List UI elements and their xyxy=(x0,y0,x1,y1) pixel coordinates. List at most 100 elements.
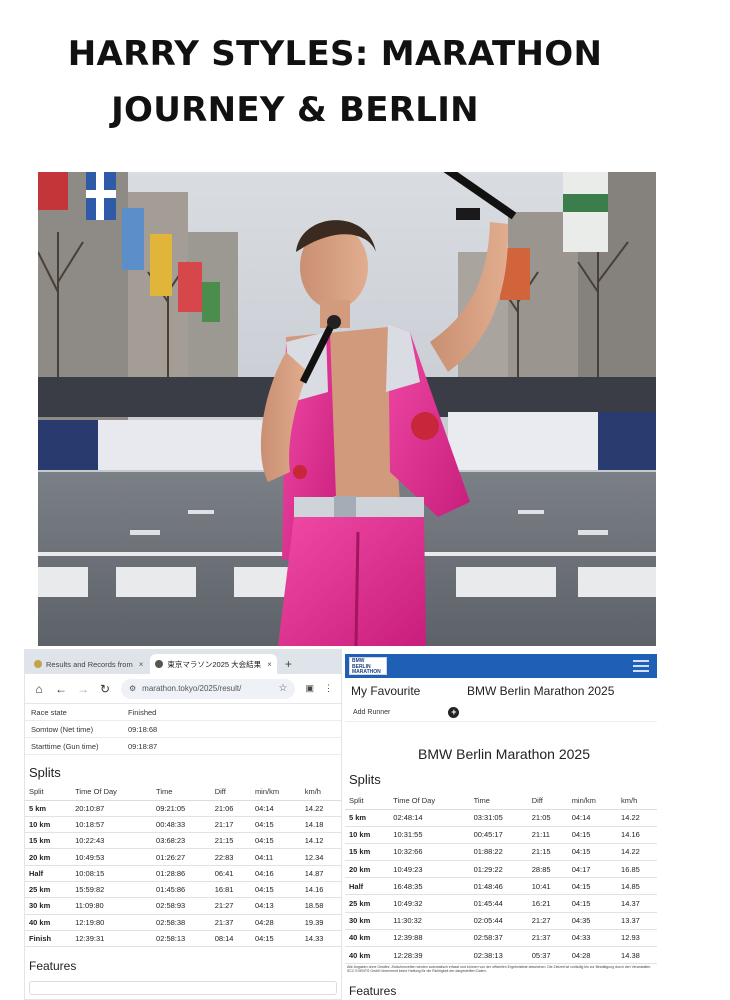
table-cell: 22:83 xyxy=(210,848,251,866)
tab-tokyo-marathon[interactable]: 東京マラソン2025 大会結果 × xyxy=(150,654,277,674)
table-cell: 02:58:13 xyxy=(152,930,211,948)
table-cell: 14.22 xyxy=(300,800,341,817)
berlin-results-page: BMW BERLIN MARATHON My Favourite BMW Ber… xyxy=(345,654,657,1000)
table-cell: 10:41 xyxy=(527,877,568,896)
close-tab-icon[interactable]: × xyxy=(267,660,272,669)
table-cell: 21:17 xyxy=(210,816,251,834)
tab-label: Results and Records from xyxy=(46,659,133,669)
table-row: 10 km 10:31:55 00:45:17 21:11 04:15 14.16 xyxy=(345,826,657,844)
table-cell: 14.22 xyxy=(617,809,657,827)
table-row: 40 km 12:28:39 02:38:13 05:37 04:28 14.38 xyxy=(345,946,657,965)
table-row: 20 km 10:49:23 01:29:22 28:85 04:17 16.85 xyxy=(345,860,657,879)
back-arrow-icon[interactable]: ← xyxy=(55,682,67,696)
title-line-2: JOURNEY & BERLIN xyxy=(111,90,479,130)
table-cell: 20 km xyxy=(25,848,72,866)
table-cell: 10:08:15 xyxy=(71,865,153,882)
table-cell: 11:30:32 xyxy=(389,912,470,930)
table-cell: 14.18 xyxy=(300,816,341,834)
features-heading: Features xyxy=(349,984,397,999)
table-cell: 13.37 xyxy=(617,912,657,930)
table-cell: 10:18:57 xyxy=(71,816,153,834)
table-cell: 20:10:87 xyxy=(71,800,153,817)
add-runner-label: Add Runner xyxy=(353,709,391,716)
favourite-row: My Favourite BMW Berlin Marathon 2025 xyxy=(345,678,657,704)
table-cell: 02:05:44 xyxy=(469,912,528,930)
table-cell: 40 km xyxy=(25,914,72,931)
table-cell: 08:14 xyxy=(210,930,251,948)
table-cell: 04:15 xyxy=(567,843,618,862)
column-header: km/h xyxy=(617,793,657,810)
page-title: HARRY STYLES: MARATHON JOURNEY & BERLIN xyxy=(0,26,730,138)
home-icon[interactable]: ⌂ xyxy=(33,682,45,696)
table-cell: 28:85 xyxy=(527,860,568,879)
column-header: min/km xyxy=(250,784,301,801)
berlin-marathon-logo[interactable]: BMW BERLIN MARATHON xyxy=(349,657,387,675)
browser-toolbar: ⌂ ← → ↻ ⚙ marathon.tokyo/2025/result/ ☆ … xyxy=(25,674,341,704)
table-cell: 00:45:17 xyxy=(469,826,528,844)
table-row: 40 km 12:39:88 02:58:37 21:37 04:33 12.93 xyxy=(345,929,657,948)
close-tab-icon[interactable]: × xyxy=(139,660,144,669)
table-cell: 14.33 xyxy=(300,930,341,948)
table-cell: 10:49:32 xyxy=(389,894,470,913)
table-cell: 04:13 xyxy=(250,897,301,915)
table-cell: 21:27 xyxy=(527,912,568,930)
splits-table: Split Time Of Day Time Diff min/km km/h … xyxy=(345,793,657,965)
table-cell: 5 km xyxy=(345,809,390,827)
table-cell: 14.85 xyxy=(617,877,657,896)
summary-value: 09:18:68 xyxy=(128,724,158,734)
extensions-icon[interactable]: ▣ xyxy=(305,683,314,694)
new-tab-button[interactable]: + xyxy=(279,654,298,674)
table-cell: 01:45:86 xyxy=(152,881,211,899)
table-cell: 04:14 xyxy=(250,800,301,817)
add-runner-plus-icon[interactable]: + xyxy=(448,707,460,718)
table-cell: 16.85 xyxy=(617,860,657,879)
table-cell: 25 km xyxy=(25,881,72,899)
tab-results-records[interactable]: Results and Records from × xyxy=(29,654,148,674)
table-cell: 01:29:22 xyxy=(469,860,528,879)
table-cell: 16:81 xyxy=(210,881,251,899)
column-header: Split xyxy=(345,793,390,810)
column-header: Time xyxy=(152,784,211,801)
splits-table-body: 5 km 02:48:14 03:31:05 21:05 04:14 14.22 10 km… xyxy=(345,809,657,965)
table-cell: 30 km xyxy=(25,897,72,915)
table-row: 30 km 11:30:32 02:05:44 21:27 04:35 13.37 xyxy=(345,912,657,930)
address-bar[interactable]: ⚙ marathon.tokyo/2025/result/ ☆ xyxy=(121,678,296,699)
table-row: 30 km 11:09:80 02:58:93 21:27 04:13 18.58 xyxy=(25,897,341,915)
table-row: 15 km 10:32:66 01:88:22 21:15 04:15 14.22 xyxy=(345,843,657,862)
table-cell: 02:58:93 xyxy=(152,897,211,915)
table-cell: 21:37 xyxy=(210,914,251,931)
summary-row: Race state Finished xyxy=(25,704,341,721)
site-settings-icon[interactable]: ⚙ xyxy=(129,684,136,693)
summary-key: Somtow (Net time) xyxy=(31,724,94,734)
table-cell: 21:11 xyxy=(527,826,568,844)
table-cell: 04:14 xyxy=(567,809,618,827)
table-cell: 03:31:05 xyxy=(469,809,528,827)
table-row: Half 10:08:15 01:28:86 06:41 04:16 14.87 xyxy=(25,865,341,882)
title-line-1: HARRY STYLES: MARATHON xyxy=(67,34,603,74)
table-cell: 30 km xyxy=(345,912,390,930)
table-cell: 10:32:66 xyxy=(389,843,470,862)
table-cell: 10 km xyxy=(345,826,390,844)
table-cell: 15 km xyxy=(345,843,390,862)
site-header: BMW BERLIN MARATHON xyxy=(345,654,657,678)
table-cell: 21:37 xyxy=(527,929,568,948)
table-cell: 15:59:82 xyxy=(71,881,153,899)
forward-arrow-icon[interactable]: → xyxy=(77,682,89,696)
table-cell: 02:58:38 xyxy=(152,914,211,931)
reload-icon[interactable]: ↻ xyxy=(99,682,111,696)
table-cell: 19.39 xyxy=(300,914,341,931)
splits-table-body: 5 km 20:10:87 09:21:05 21:06 04:14 14.22 10 km… xyxy=(25,800,341,948)
table-cell: 12.93 xyxy=(617,929,657,948)
hamburger-menu-icon[interactable] xyxy=(633,660,649,672)
bookmark-star-icon[interactable]: ☆ xyxy=(279,683,288,694)
my-favourite-link[interactable]: My Favourite xyxy=(351,684,467,698)
race-summary: Race state Finished Somtow (Net time) 09… xyxy=(25,704,341,755)
table-cell: 05:37 xyxy=(527,946,568,965)
browser-menu-icon[interactable]: ⋮ xyxy=(324,683,333,694)
table-cell: 40 km xyxy=(345,929,390,948)
tab-label: 東京マラソン2025 大会結果 xyxy=(167,659,262,669)
table-cell: 16:48:35 xyxy=(389,877,470,896)
event-title: BMW Berlin Marathon 2025 xyxy=(418,746,590,762)
table-cell: 04:15 xyxy=(567,877,618,896)
table-cell: 01:28:86 xyxy=(152,865,211,882)
